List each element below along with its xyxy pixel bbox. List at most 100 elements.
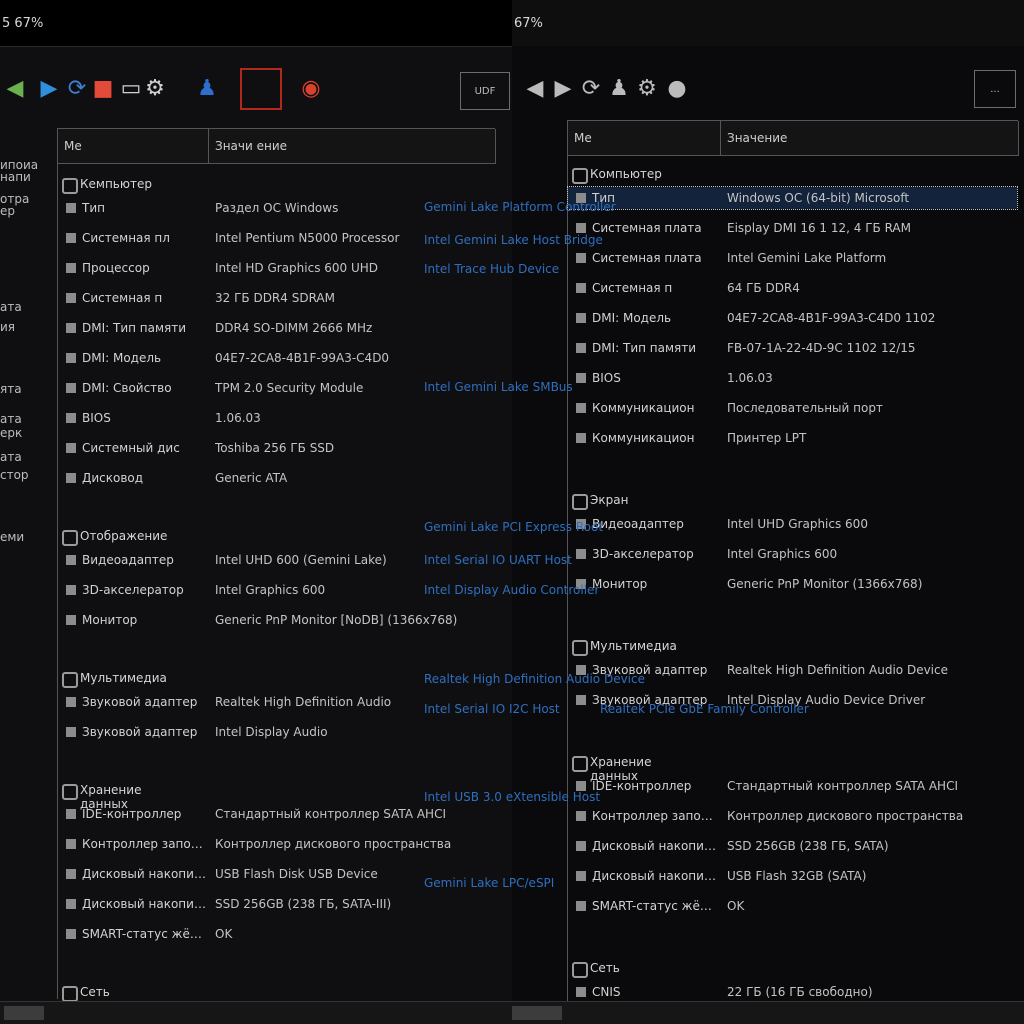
table-row[interactable]: Тип Windows ОС (64-bit) Microsoft — [567, 186, 1018, 210]
table-row[interactable]: BIOS 1.06.03 — [568, 367, 1017, 389]
table-row[interactable]: Контроллер запоминающ Контроллер дисковог… — [568, 805, 1017, 827]
table-row[interactable]: Видеоадаптер Intel UHD Graphics 600 — [568, 513, 1017, 535]
field-name: SMART-статус жёстких д — [82, 927, 207, 941]
table-row[interactable]: DMI: Тип памяти FB-07-1A-22-4D-9C 1102 12… — [568, 337, 1017, 359]
column-header-field[interactable]: Ме — [58, 129, 209, 164]
sidebar-item[interactable]: еми — [0, 530, 24, 544]
right-scroll-thumb[interactable] — [512, 1006, 562, 1020]
forward-icon[interactable]: ▶ — [34, 72, 64, 104]
refresh-icon[interactable]: ⟳ — [576, 72, 606, 104]
left-scroll-thumb[interactable] — [4, 1006, 44, 1020]
user-icon[interactable]: ● — [662, 72, 692, 104]
right-window: 67% ◀ ▶ ⟳ ♟ ⚙ ● ... Ме Значение Компьюте… — [512, 0, 1024, 1024]
table-row[interactable]: DMI: Модель 04E7-2CA8-4B1F-99A3-C4D0 1102 — [568, 307, 1017, 329]
report-icon[interactable]: ♟ — [604, 72, 634, 104]
device-link[interactable]: Intel Gemini Lake SMBus — [424, 380, 573, 394]
table-row[interactable]: Системная плата Intel Gemini Lake Platfor… — [568, 247, 1017, 269]
stop-icon[interactable] — [240, 68, 282, 110]
sidebar-item[interactable]: ерк — [0, 426, 22, 440]
right-details-list: Ме Значение Компьютер Тип Windows ОС (64-b… — [567, 120, 1019, 1003]
user-icon[interactable]: ♟ — [192, 72, 222, 104]
device-link[interactable]: Intel Display Audio Controller — [424, 583, 599, 597]
left-window: 5 67% ◀ ▶ ⟳ ■ ▭ ⚙ ♟ ◉ UDF ипоиа напи отра е… — [0, 0, 512, 1024]
column-header-value[interactable]: Значение — [721, 121, 1019, 156]
device-icon — [576, 283, 586, 293]
back-icon[interactable]: ◀ — [0, 72, 30, 104]
device-link[interactable]: Gemini Lake PCI Express Root — [424, 520, 603, 534]
table-row[interactable]: IDE-контроллер Стандартный контроллер SAT… — [58, 803, 495, 825]
sidebar-item[interactable]: ата — [0, 300, 22, 314]
table-row[interactable]: CNIS 22 ГБ (16 ГБ свободно) — [568, 981, 1017, 1003]
table-row[interactable]: Монитор Generic PnP Monitor [NoDB] (1366x… — [58, 609, 495, 631]
category-icon — [62, 672, 78, 688]
device-icon — [576, 433, 586, 443]
device-link[interactable]: Intel USB 3.0 eXtensible Host — [424, 790, 600, 804]
field-name: Системный дис — [82, 441, 180, 455]
device-link[interactable]: Gemini Lake LPC/eSPI — [424, 876, 554, 890]
table-row[interactable]: DMI: Тип памяти DDR4 SO-DIMM 2666 MHz — [58, 317, 495, 339]
device-link[interactable]: Gemini Lake Platform Controller — [424, 200, 616, 214]
back-icon[interactable]: ◀ — [520, 72, 550, 104]
device-icon — [66, 263, 76, 273]
table-row[interactable]: Звуковой адаптер Intel Display Audio — [58, 721, 495, 743]
field-value: Стандартный контроллер SATA AHCI — [727, 779, 958, 793]
table-row[interactable]: SMART-статус жёстких д OK — [58, 923, 495, 945]
left-toolbar-button[interactable]: UDF — [460, 72, 510, 110]
table-row[interactable]: Дисковый накопитель SSD 256GB (238 ГБ, SA… — [58, 893, 495, 915]
sidebar-item[interactable]: ата — [0, 412, 22, 426]
tools-icon[interactable]: ⚙ — [140, 72, 170, 104]
device-icon — [66, 839, 76, 849]
table-row[interactable]: Дисковый накопитель SSD 256GB (238 ГБ, SA… — [568, 835, 1017, 857]
table-row[interactable]: DMI: Модель 04E7-2CA8-4B1F-99A3-C4D0 — [58, 347, 495, 369]
device-link[interactable]: Realtek PCIe GbE Family Controller — [600, 702, 809, 716]
table-row[interactable]: Дисковый накопитель USB Flash 32GB (SATA) — [568, 865, 1017, 887]
right-horizontal-scrollbar[interactable] — [512, 1001, 1024, 1024]
table-row[interactable]: Системный дис Toshiba 256 ГБ SSD — [58, 437, 495, 459]
sidebar-item[interactable]: ер — [0, 204, 15, 218]
benchmark-icon[interactable]: ◉ — [296, 72, 326, 104]
device-icon — [66, 443, 76, 453]
table-row[interactable]: 3D-акселератор Intel Graphics 600 — [568, 543, 1017, 565]
field-value: Generic PnP Monitor (1366x768) — [727, 577, 923, 591]
sidebar-item[interactable]: ята — [0, 382, 22, 396]
category-label: Кемпьютер — [80, 177, 152, 191]
sidebar-item[interactable]: стор — [0, 468, 29, 482]
category-icon — [572, 640, 588, 656]
right-toolbar-button[interactable]: ... — [974, 70, 1016, 108]
column-header-value[interactable]: Значи ение — [209, 129, 496, 164]
table-row[interactable]: Системная п 64 ГБ DDR4 — [568, 277, 1017, 299]
category-icon — [572, 756, 588, 772]
table-row[interactable]: IDE-контроллер Стандартный контроллер SAT… — [568, 775, 1017, 797]
table-row[interactable]: Дисковод Generic ATA — [58, 467, 495, 489]
table-row[interactable]: BIOS 1.06.03 — [58, 407, 495, 429]
field-name: IDE-контроллер — [592, 779, 692, 793]
device-link[interactable]: Intel Trace Hub Device — [424, 262, 559, 276]
tools-icon[interactable]: ⚙ — [632, 72, 662, 104]
device-link[interactable]: Realtek High Definition Audio Device — [424, 672, 645, 686]
device-icon — [66, 353, 76, 363]
field-value: Контроллер дискового пространства — [727, 809, 964, 823]
forward-icon[interactable]: ▶ — [548, 72, 578, 104]
device-link[interactable]: Intel Serial IO UART Host — [424, 553, 572, 567]
device-link[interactable]: Intel Gemini Lake Host Bridge — [424, 233, 603, 247]
field-value: 64 ГБ DDR4 — [727, 281, 800, 295]
table-row[interactable]: Контроллер запоминающ Контроллер дисковог… — [58, 833, 495, 855]
table-row[interactable]: Коммуникацион Принтер LPT — [568, 427, 1017, 449]
table-row[interactable]: Системная п 32 ГБ DDR4 SDRAM — [58, 287, 495, 309]
table-row[interactable]: SMART-статус жёстких OK — [568, 895, 1017, 917]
sidebar-item[interactable]: ата — [0, 450, 22, 464]
table-row[interactable]: Коммуникацион Последовательный порт — [568, 397, 1017, 419]
column-header-field-label: Ме — [64, 139, 82, 153]
table-row[interactable]: Монитор Generic PnP Monitor (1366x768) — [568, 573, 1017, 595]
sidebar-item[interactable]: ия — [0, 320, 15, 334]
sidebar-item[interactable]: напи — [0, 170, 31, 184]
field-name: Звуковой адаптер — [82, 695, 198, 709]
field-name: 3D-акселератор — [82, 583, 184, 597]
left-toolbar: ◀ ▶ ⟳ ■ ▭ ⚙ ♟ ◉ UDF — [0, 52, 512, 124]
report-icon[interactable]: ■ — [88, 72, 118, 104]
device-link[interactable]: Intel Serial IO I2C Host — [424, 702, 560, 716]
field-name: Дисковый накопитель — [592, 869, 717, 883]
column-header-field[interactable]: Ме — [568, 121, 721, 156]
left-horizontal-scrollbar[interactable] — [0, 1001, 512, 1024]
table-row[interactable]: Системная плата Eisplay DMI 16 1 12, 4 ГБ… — [568, 217, 1017, 239]
